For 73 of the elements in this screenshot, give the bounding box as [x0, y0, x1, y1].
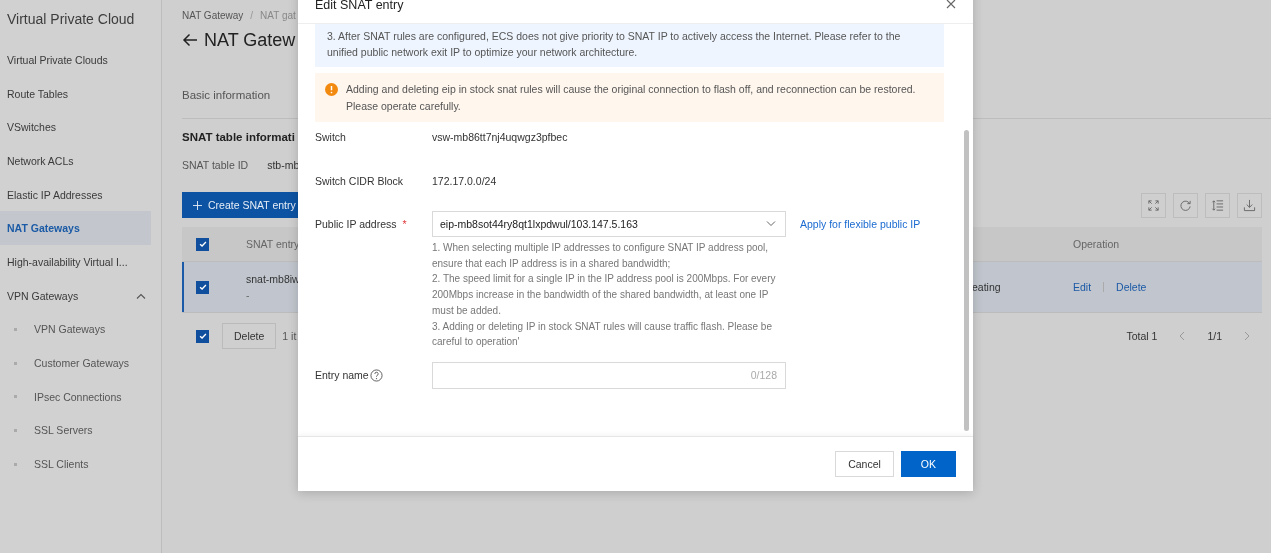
sidebar-item[interactable]: IPsec Connections — [0, 379, 151, 414]
sidebar-item[interactable]: Elastic IP Addresses — [0, 177, 151, 212]
check-icon — [197, 331, 208, 341]
field-label: Entry name — [315, 369, 369, 382]
page-title: NAT Gatew — [204, 29, 296, 51]
checkbox[interactable] — [196, 280, 209, 294]
chevron-down-icon — [766, 221, 776, 227]
close-icon[interactable] — [946, 0, 956, 9]
dialog-title: Edit SNAT entry — [315, 0, 404, 12]
sidebar-title: Virtual Private Cloud — [6, 10, 136, 29]
next-page-icon[interactable] — [1244, 331, 1250, 341]
sidebar-item[interactable]: VPN Gateways — [0, 312, 151, 347]
sidebar-item[interactable]: SSL Clients — [0, 447, 151, 481]
sidebar-item[interactable]: Route Tables — [0, 76, 151, 111]
delete-button[interactable]: Delete — [222, 323, 277, 349]
column-settings-icon[interactable] — [1205, 192, 1230, 218]
ok-button[interactable]: OK — [900, 451, 956, 477]
column-header: Operation — [1072, 238, 1120, 250]
sidebar-item[interactable]: Customer Gateways — [0, 346, 151, 380]
table-cell: eating — [972, 281, 1001, 293]
help-text: 3. Adding or deleting IP in stock SNAT rules will cause traffic flash. Please be careful to operation' — [432, 319, 773, 350]
page-indicator: 1/1 — [1207, 330, 1222, 342]
field-label: Switch — [315, 131, 346, 143]
tab[interactable]: Basic information — [182, 85, 271, 118]
breadcrumb-link[interactable]: NAT Gateway — [182, 9, 244, 21]
action-link[interactable]: Edit — [1073, 281, 1092, 293]
check-icon — [197, 239, 208, 249]
checkbox[interactable] — [196, 329, 209, 343]
character-counter: 0/128 — [750, 369, 777, 382]
field-label: Switch CIDR Block — [315, 175, 404, 187]
apply-link[interactable]: Apply for flexible public IP — [800, 218, 921, 230]
field-label: Public IP address — [315, 218, 397, 230]
check-icon — [197, 282, 208, 292]
required-mark: * — [402, 218, 407, 230]
warning-text: Adding and deleting eip in stock snat rules will cause the original connection to flash off, and reconnection can be restored. Please operate carefully. — [346, 82, 917, 114]
help-text: 1. When selecting multiple IP addresses to configure SNAT IP address pool, ensure that each IP address is in a shared bandwidth; — [432, 241, 770, 271]
sidebar-item[interactable]: High-availability Virtual I... — [0, 245, 151, 279]
previous-page-icon[interactable] — [1179, 331, 1186, 341]
breadcrumb-separator: / — [250, 9, 254, 21]
sidebar-item[interactable]: SSL Servers — [0, 413, 151, 448]
download-icon[interactable] — [1237, 192, 1262, 218]
table-cell: - — [246, 289, 250, 301]
sidebar-item[interactable]: NAT Gateways — [0, 211, 151, 246]
back-arrow-icon[interactable] — [182, 33, 198, 47]
column-header: SNAT entry — [245, 238, 300, 250]
selection-count: 1 it — [282, 330, 297, 342]
cancel-button[interactable]: Cancel — [835, 451, 894, 477]
field-value: 172.17.0.0/24 — [432, 175, 497, 187]
bullet-icon — [14, 327, 17, 331]
help-icon[interactable] — [369, 368, 383, 382]
info-notice: 3. After SNAT rules are configured, ECS does not give priority to SNAT IP to actively access the Internet. Please refer to the unified public network exit IP to optimize your network architecture. — [315, 24, 944, 67]
help-text: 2. The speed limit for a single IP in the IP address pool is 200Mbps. For every 200Mbps increase in the bandwidth of the shared bandwidth, at least one IP must be added. — [432, 272, 777, 318]
bullet-icon — [14, 462, 17, 466]
bullet-icon — [14, 395, 17, 399]
sidebar-item[interactable]: VPN Gateways — [0, 278, 151, 313]
sidebar-item[interactable]: Network ACLs — [0, 144, 151, 178]
action-link[interactable]: Delete — [1116, 281, 1147, 293]
section-title: SNAT table informati — [182, 131, 295, 143]
sidebar-item[interactable]: Virtual Private Clouds — [0, 43, 151, 77]
field-value: vsw-mb86tt7nj4uqwgz3pfbec — [432, 131, 568, 143]
ip-select[interactable]: eip-mb8sot44ry8qt1lxpdwul/103.147.5.163 — [432, 211, 786, 237]
refresh-icon[interactable] — [1173, 192, 1198, 218]
total-count: Total 1 — [1126, 330, 1158, 342]
fullscreen-icon[interactable] — [1141, 192, 1166, 218]
bullet-icon — [14, 361, 17, 365]
bullet-icon — [14, 428, 17, 432]
field-label: SNAT table ID — [182, 159, 249, 171]
checkbox[interactable] — [196, 237, 209, 251]
plus-icon — [193, 200, 202, 210]
table-cell: snat-mb8iw — [246, 273, 300, 285]
warning-icon — [325, 83, 338, 96]
sidebar-item[interactable]: VSwitches — [0, 110, 151, 145]
caret-icon[interactable] — [136, 292, 146, 299]
